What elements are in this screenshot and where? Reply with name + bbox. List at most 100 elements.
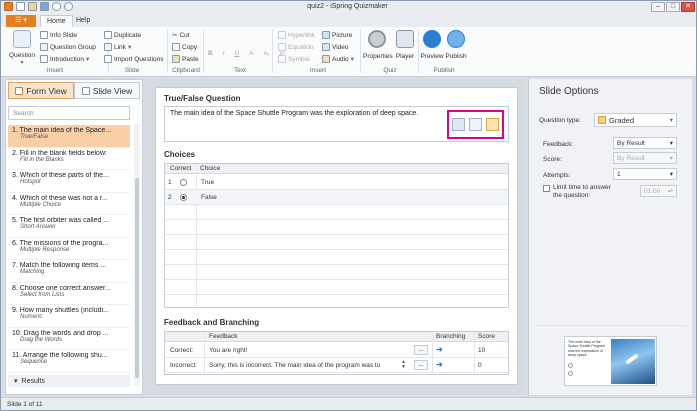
underline-button[interactable]: U: [235, 50, 240, 57]
results-section[interactable]: ▾ Results: [8, 375, 130, 387]
slide-title: 2. Fill in the blank fields below:: [12, 149, 107, 157]
video-icon: [322, 43, 330, 51]
paste-button[interactable]: Paste: [172, 55, 199, 63]
copy-button[interactable]: Copy: [172, 43, 197, 51]
publish-button[interactable]: Publish: [445, 30, 467, 60]
choice-radio-false[interactable]: [180, 194, 187, 201]
list-item[interactable]: 8. Choose one correct answer... Select fr…: [8, 283, 130, 305]
video-button[interactable]: Video: [322, 43, 349, 51]
tab-help[interactable]: Help: [70, 15, 96, 27]
picture-icon: [322, 31, 330, 39]
insert-picture-icon[interactable]: [452, 118, 465, 131]
group-divider: [203, 29, 204, 73]
table-row[interactable]: [165, 235, 508, 250]
feedback-correct-input[interactable]: You are right!: [209, 347, 247, 354]
preview-button[interactable]: Preview: [420, 30, 444, 60]
column-header-feedback: Feedback: [209, 333, 238, 340]
more-options-button[interactable]: ...: [414, 345, 428, 355]
list-item[interactable]: 6. The missions of the progra... Multiple…: [8, 238, 130, 260]
hyperlink-button[interactable]: Hyperlink: [278, 31, 315, 39]
choice-radio-true[interactable]: [180, 179, 187, 186]
file-menu-button[interactable]: ☰ ▾: [6, 15, 36, 27]
thumbnail-question-text: The main idea of the Space Shuttle Progr…: [568, 340, 606, 358]
insert-video-icon[interactable]: [469, 118, 482, 131]
branch-arrow-icon[interactable]: ➜: [436, 360, 443, 369]
maximize-button[interactable]: □: [666, 2, 680, 12]
import-questions-button[interactable]: Import Questions: [104, 55, 164, 63]
list-item[interactable]: 2. Fill in the blank fields below: Fill i…: [8, 148, 130, 170]
choice-text[interactable]: False: [201, 194, 217, 201]
list-item[interactable]: 5. The first orbiter was called ... Short…: [8, 215, 130, 238]
score-select[interactable]: By Result ▾: [613, 152, 677, 164]
slide-group-label: Slide: [124, 67, 140, 74]
cut-button[interactable]: ✂ Cut: [172, 31, 190, 40]
chevron-down-icon: ▾: [669, 117, 673, 124]
limit-time-checkbox[interactable]: [543, 185, 550, 192]
spinner-icon[interactable]: ▲ ▼: [401, 360, 406, 370]
feedback-select[interactable]: By Result ▾: [613, 137, 677, 149]
question-group-button[interactable]: Question Group: [40, 43, 96, 51]
more-options-button[interactable]: ...: [414, 360, 428, 370]
attempts-select[interactable]: 1 ▾: [613, 168, 677, 180]
list-item[interactable]: 10. Drag the words and drop ... Drag the …: [8, 328, 130, 350]
question-text: The main idea of the Space Shuttle Progr…: [170, 110, 419, 117]
bold-button[interactable]: B: [208, 50, 213, 57]
duplicate-icon: [104, 31, 112, 39]
info-slide-button[interactable]: Info Slide: [40, 31, 77, 39]
form-view-tab[interactable]: Form View: [8, 82, 74, 99]
spinner-icon: ▴▾: [667, 188, 673, 194]
slide-thumbnail[interactable]: The main idea of the Space Shuttle Progr…: [564, 336, 657, 386]
score-incorrect[interactable]: 0: [478, 362, 482, 369]
slide-view-tab[interactable]: Slide View: [74, 82, 140, 99]
link-label: Link: [114, 43, 126, 51]
tab-home[interactable]: Home: [40, 15, 73, 27]
table-row[interactable]: [165, 280, 508, 295]
scrollbar-thumb[interactable]: [135, 178, 139, 378]
close-button[interactable]: ✕: [681, 2, 695, 12]
list-item[interactable]: 9. How many shuttles (includi... Numeric: [8, 305, 130, 328]
question-header: True/False Question: [164, 94, 241, 103]
insert-audio-icon[interactable]: [486, 118, 499, 131]
picture-button[interactable]: Picture: [322, 31, 352, 39]
table-row[interactable]: [165, 220, 508, 235]
minimize-button[interactable]: –: [651, 2, 665, 12]
link-button[interactable]: Link ▾: [104, 43, 131, 51]
list-item[interactable]: 3. Which of these parts of the... Hotspot: [8, 170, 130, 193]
choice-text[interactable]: True: [201, 179, 214, 186]
group-divider: [418, 29, 419, 73]
search-input[interactable]: Search: [8, 106, 130, 120]
clear-format-button[interactable]: A: [249, 50, 253, 57]
table-row[interactable]: [165, 265, 508, 280]
cut-label: Cut: [179, 31, 190, 39]
slide-title: 11. Arrange the following shu...: [12, 352, 108, 359]
equation-icon: [278, 43, 286, 51]
italic-button[interactable]: I: [223, 50, 225, 57]
audio-button[interactable]: Audio ▾: [322, 55, 354, 63]
question-type-select[interactable]: Graded ▾: [594, 113, 677, 127]
table-row[interactable]: [165, 205, 508, 220]
feedback-incorrect-input[interactable]: Sorry, this is incorrect. The main idea …: [209, 362, 399, 369]
player-button[interactable]: Player: [394, 30, 416, 60]
symbol-button[interactable]: Symbol: [278, 55, 310, 63]
equation-button[interactable]: Equation: [278, 43, 314, 51]
table-row[interactable]: [165, 250, 508, 265]
slide-title: 8. Choose one correct answer...: [12, 284, 111, 292]
attempts-label: Attempts:: [543, 172, 571, 179]
introduction-button[interactable]: Introduction ▾: [40, 55, 89, 63]
properties-button[interactable]: Properties: [363, 30, 393, 60]
list-item[interactable]: 11. Arrange the following shu... Sequence: [8, 350, 130, 373]
subscript-button[interactable]: x₂: [264, 50, 270, 57]
score-correct[interactable]: 10: [478, 347, 485, 354]
duplicate-button[interactable]: Duplicate: [104, 31, 141, 39]
slide-type: Numeric: [20, 314, 43, 320]
list-item[interactable]: 4. Which of these was not a r... Multiple…: [8, 193, 130, 215]
list-item[interactable]: 1. The main idea of the Space... True/Fal…: [8, 125, 130, 148]
list-item[interactable]: 7. Match the following items ... Matching: [8, 260, 130, 283]
chevron-down-icon: ▾: [14, 378, 18, 385]
scissors-icon: ✂: [172, 32, 178, 39]
table-row[interactable]: [165, 175, 508, 190]
slide-title: 1. The main idea of the Space...: [12, 127, 112, 134]
branch-arrow-icon[interactable]: ➜: [436, 345, 443, 354]
question-button[interactable]: Question ▾: [8, 30, 36, 66]
time-limit-input[interactable]: 01:00 ▴▾: [640, 185, 677, 197]
